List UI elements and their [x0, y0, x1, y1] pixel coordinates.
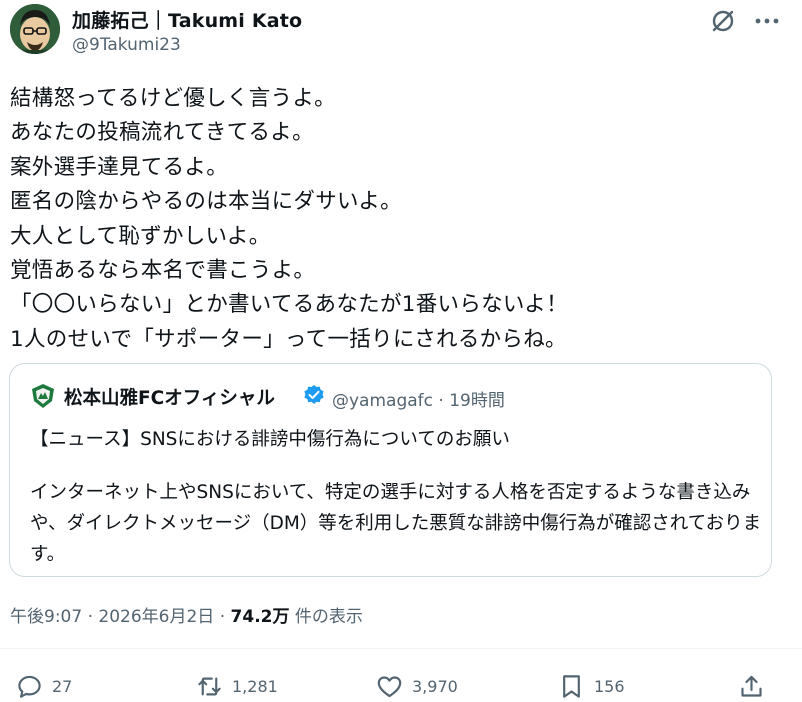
reply-icon — [18, 675, 41, 698]
tweet-line: 「〇〇いらない」とか書いてるあなたが1番いらないよ！ — [10, 292, 568, 318]
bookmark-count: 156 — [594, 676, 625, 696]
reply-button[interactable]: 27 — [16, 672, 72, 700]
quoted-author-name: 松本山雅FCオフィシャル — [64, 388, 275, 409]
tweet-text: 結構怒ってるけど優しく言うよ。 あなたの投稿流れてきてるよ。 案外選手達見てるよ… — [10, 82, 790, 357]
reply-count: 27 — [52, 676, 73, 696]
retweet-count: 1,281 — [232, 676, 278, 696]
separator: · — [219, 607, 226, 627]
separator: · — [87, 607, 93, 627]
grok-icon[interactable] — [708, 6, 738, 36]
author-handle[interactable]: @9Takumi23 — [72, 35, 181, 55]
author-name[interactable]: 加藤拓己｜Takumi Kato — [72, 6, 302, 33]
tweet-time[interactable]: 午後9:07 — [10, 607, 82, 627]
quoted-tweet-card[interactable]: 松本山雅FCオフィシャル @yamagafc · 19時間 【ニュース】SNSに… — [9, 363, 772, 577]
avatar-icon — [10, 4, 60, 54]
tweet-line: 大人として恥ずかしいよ。 — [10, 223, 271, 249]
quoted-handle: @yamagafc — [332, 391, 433, 411]
retweet-icon — [198, 677, 221, 695]
heart-icon — [377, 675, 402, 697]
retweet-button[interactable]: 1,281 — [196, 672, 278, 700]
tweet-line: あなたの投稿流れてきてるよ。 — [10, 120, 314, 146]
author-avatar[interactable] — [10, 4, 60, 54]
like-button[interactable]: 3,970 — [376, 672, 458, 700]
view-count: 74.2万 — [230, 607, 290, 627]
tweet-date[interactable]: 2026年6月2日 — [98, 607, 214, 627]
like-count: 3,970 — [412, 676, 458, 696]
quoted-title: 【ニュース】SNSにおける誹謗中傷行為についてのお願い — [30, 429, 510, 450]
tweet-line: 1人のせいで「サポーター」って一括りにされるからね。 — [10, 326, 567, 352]
tweet-line: 結構怒ってるけど優しく言うよ。 — [10, 86, 336, 111]
tweet-line: 案外選手達見てるよ。 — [10, 154, 229, 180]
view-label: 件の表示 — [294, 607, 363, 627]
tweet-line: 覚悟あるなら本名で書こうよ。 — [10, 257, 316, 283]
more-icon[interactable] — [752, 6, 782, 36]
quoted-time: 19時間 — [449, 391, 505, 411]
bookmark-icon — [563, 674, 580, 698]
divider — [0, 648, 802, 649]
separator: · — [438, 391, 444, 411]
quoted-body: インターネット上やSNSにおいて、特定の選手に対する人格を否定するような書き込み… — [30, 482, 762, 565]
club-crest-icon — [30, 383, 56, 409]
share-button[interactable] — [738, 672, 765, 700]
tweet-line: 匿名の陰からやるのは本当にダサいよ。 — [10, 189, 402, 215]
quoted-meta: @yamagafc · 19時間 — [332, 386, 505, 411]
verified-badge-icon — [303, 384, 325, 406]
share-icon — [741, 675, 762, 697]
bookmark-button[interactable]: 156 — [558, 672, 625, 700]
tweet-meta: 午後9:07 · 2026年6月2日 · 74.2万 件の表示 — [10, 602, 363, 627]
